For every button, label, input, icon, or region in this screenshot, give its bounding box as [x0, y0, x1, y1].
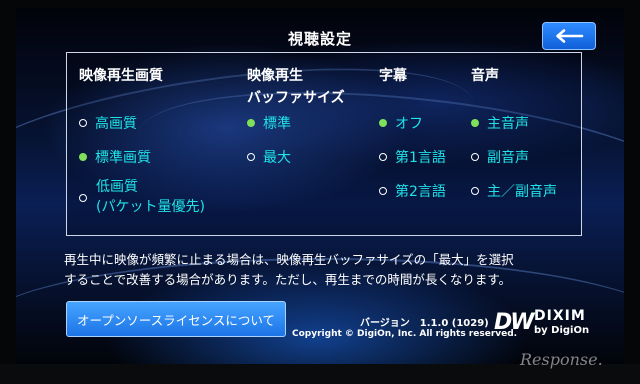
option-label: 標準画質 — [95, 150, 151, 166]
radio-dot-selected-icon — [79, 153, 87, 161]
subtitle-option-lang1[interactable]: 第1言語 — [379, 149, 446, 167]
radio-dot-selected-icon — [379, 119, 387, 127]
version-text: バージョン 1.1.0 (1029) — [360, 318, 489, 329]
radio-dot-icon — [79, 119, 87, 127]
quality-option-low[interactable]: 低画質 (パケット量優先) — [79, 177, 205, 217]
option-label: 高画質 — [95, 116, 137, 132]
logo-mark: DW — [494, 310, 535, 335]
audio-option-main[interactable]: 主音声 — [471, 115, 529, 133]
logo-sub: by DigiOn — [534, 325, 590, 336]
dixim-logo: DW DIXIM by DigiOn — [494, 308, 606, 340]
audio-option-both[interactable]: 主／副音声 — [471, 183, 557, 201]
subtitle-option-lang2[interactable]: 第2言語 — [379, 183, 446, 201]
left-arrow-icon — [556, 29, 584, 43]
subtitle-option-off[interactable]: オフ — [379, 115, 423, 133]
option-label-sub: (パケット量優先) — [96, 199, 205, 215]
buffer-note: 再生中に映像が頻繁に止まる場合は、映像再生バッファサイズの「最大」を選択 するこ… — [64, 250, 514, 290]
page-title: 視聴設定 — [287, 30, 352, 48]
settings-screen: 視聴設定 映像再生画質 映像再生 バッファサイズ 字幕 音声 高画質 標準画質 … — [16, 8, 624, 364]
buffer-option-max[interactable]: 最大 — [247, 149, 291, 167]
radio-dot-icon — [379, 153, 387, 161]
option-label: 標準 — [263, 116, 291, 132]
radio-dot-icon — [471, 153, 479, 161]
radio-dot-icon — [471, 187, 479, 195]
copyright-text: Copyright © DigiOn, Inc. All rights rese… — [292, 329, 518, 339]
option-label: 主音声 — [487, 116, 529, 132]
open-source-license-button[interactable]: オープンソースライセンスについて — [66, 301, 286, 337]
logo-main: DIXIM — [534, 308, 586, 324]
radio-dot-icon — [247, 153, 255, 161]
option-label: 第2言語 — [395, 184, 446, 200]
option-label: オフ — [395, 116, 423, 132]
radio-dot-icon — [79, 194, 87, 202]
audio-header: 音声 — [471, 68, 499, 84]
buffer-option-standard[interactable]: 標準 — [247, 115, 291, 133]
audio-option-sub[interactable]: 副音声 — [471, 149, 529, 167]
subtitle-header: 字幕 — [379, 68, 407, 84]
buffer-header: 映像再生 — [247, 68, 303, 84]
response-watermark: Response. — [520, 350, 603, 369]
back-button[interactable] — [542, 22, 596, 50]
option-label: 副音声 — [487, 150, 529, 166]
radio-dot-selected-icon — [247, 119, 255, 127]
radio-dot-selected-icon — [471, 119, 479, 127]
radio-dot-icon — [379, 187, 387, 195]
option-label: 最大 — [263, 150, 291, 166]
option-label: 低画質 — [96, 179, 138, 195]
settings-panel: 映像再生画質 映像再生 バッファサイズ 字幕 音声 高画質 標準画質 低画質 (… — [66, 52, 582, 236]
option-label: 第1言語 — [395, 150, 446, 166]
quality-option-standard[interactable]: 標準画質 — [79, 149, 151, 167]
note-line: 再生中に映像が頻繁に止まる場合は、映像再生バッファサイズの「最大」を選択 — [64, 252, 514, 267]
buffer-header-line2: バッファサイズ — [247, 90, 345, 106]
note-line: することで改善する場合があります。ただし、再生までの時間が長くなります。 — [64, 272, 512, 287]
option-label: 主／副音声 — [487, 184, 557, 200]
quality-header: 映像再生画質 — [79, 68, 163, 84]
quality-option-high[interactable]: 高画質 — [79, 115, 137, 133]
